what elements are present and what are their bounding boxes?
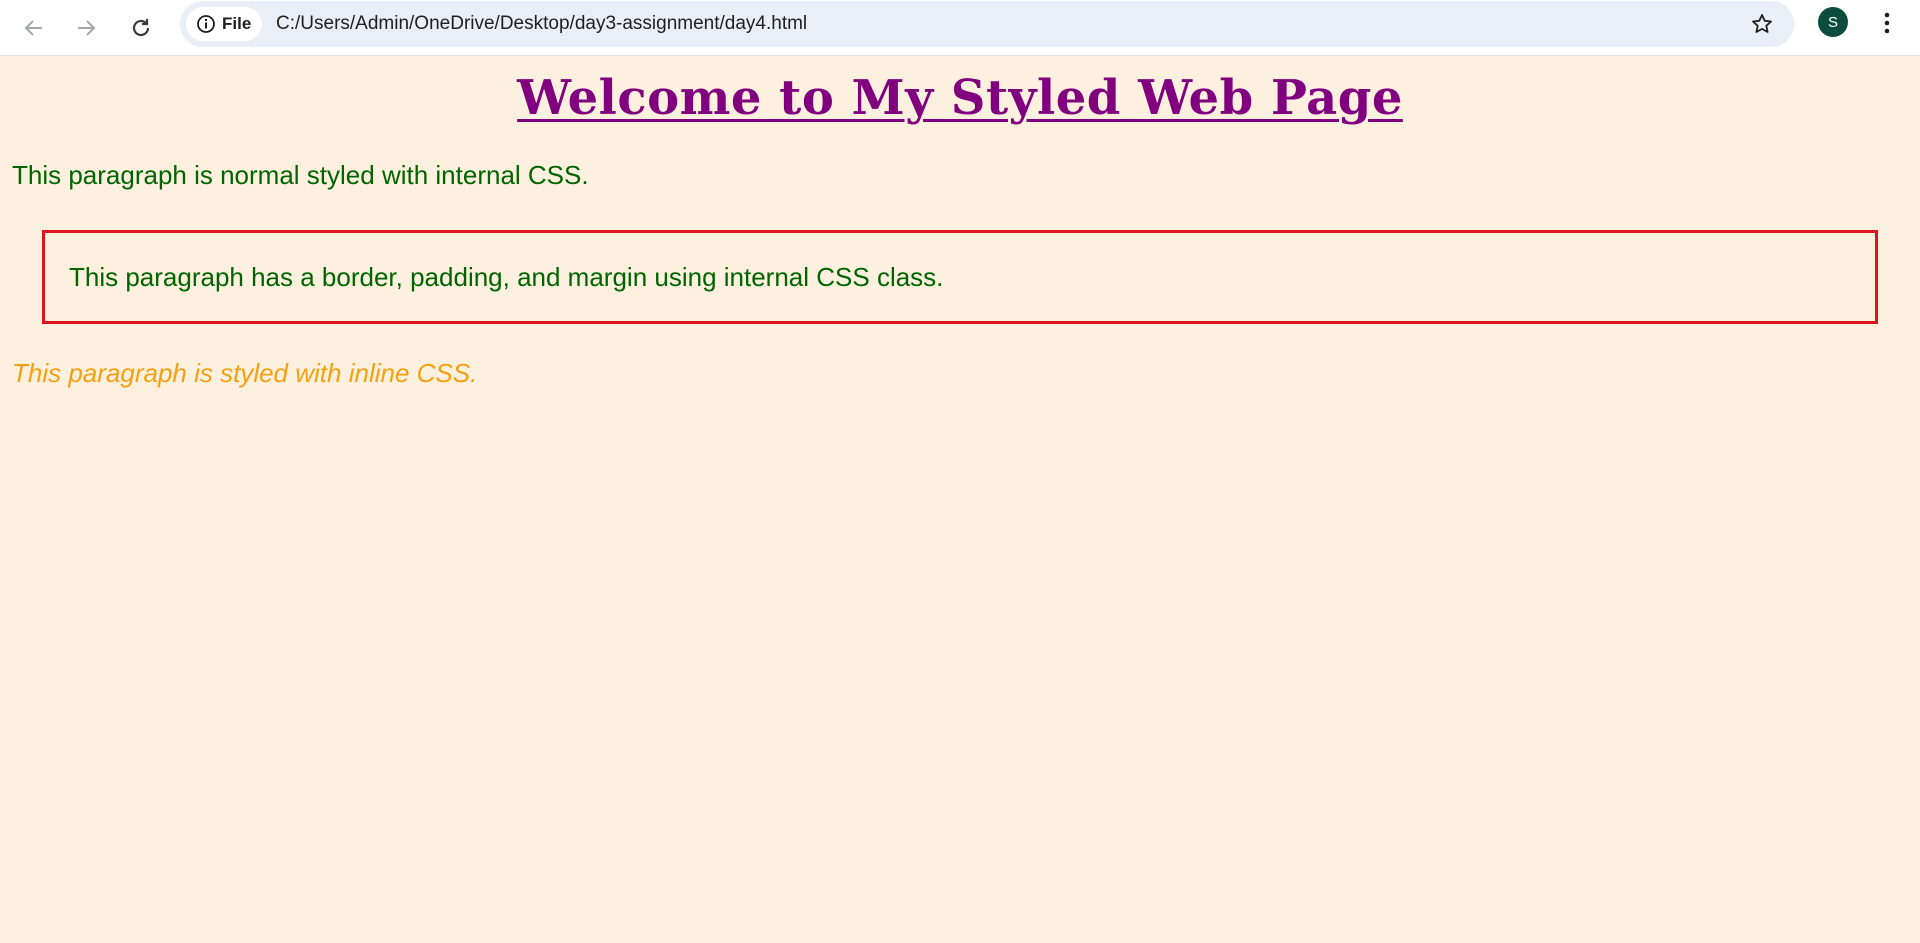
- forward-button[interactable]: [64, 6, 108, 50]
- page-heading: Welcome to My Styled Web Page: [517, 70, 1403, 126]
- paragraph-inline-styled: This paragraph is styled with inline CSS…: [12, 358, 478, 388]
- info-icon: [197, 15, 215, 33]
- forward-arrow-icon: [78, 20, 96, 36]
- address-bar[interactable]: File C:/Users/Admin/OneDrive/Desktop/day…: [180, 1, 1794, 47]
- reload-button[interactable]: [119, 6, 163, 50]
- page-content: Welcome to My Styled Web Page This parag…: [0, 56, 1920, 943]
- url-text[interactable]: C:/Users/Admin/OneDrive/Desktop/day3-ass…: [276, 1, 807, 47]
- reload-icon: [132, 19, 150, 37]
- paragraph-normal: This paragraph is normal styled with int…: [12, 160, 589, 190]
- kebab-menu-icon: [1884, 12, 1890, 34]
- bookmark-button[interactable]: [1748, 10, 1776, 38]
- back-button[interactable]: [12, 6, 56, 50]
- profile-avatar[interactable]: S: [1818, 7, 1848, 37]
- back-arrow-icon: [24, 20, 42, 36]
- browser-toolbar: File C:/Users/Admin/OneDrive/Desktop/day…: [0, 0, 1920, 56]
- site-info-chip[interactable]: File: [186, 7, 262, 41]
- site-chip-label: File: [222, 14, 252, 33]
- paragraph-bordered: This paragraph has a border, padding, an…: [42, 230, 1878, 324]
- star-icon: [1752, 14, 1772, 33]
- browser-menu-button[interactable]: [1872, 6, 1902, 40]
